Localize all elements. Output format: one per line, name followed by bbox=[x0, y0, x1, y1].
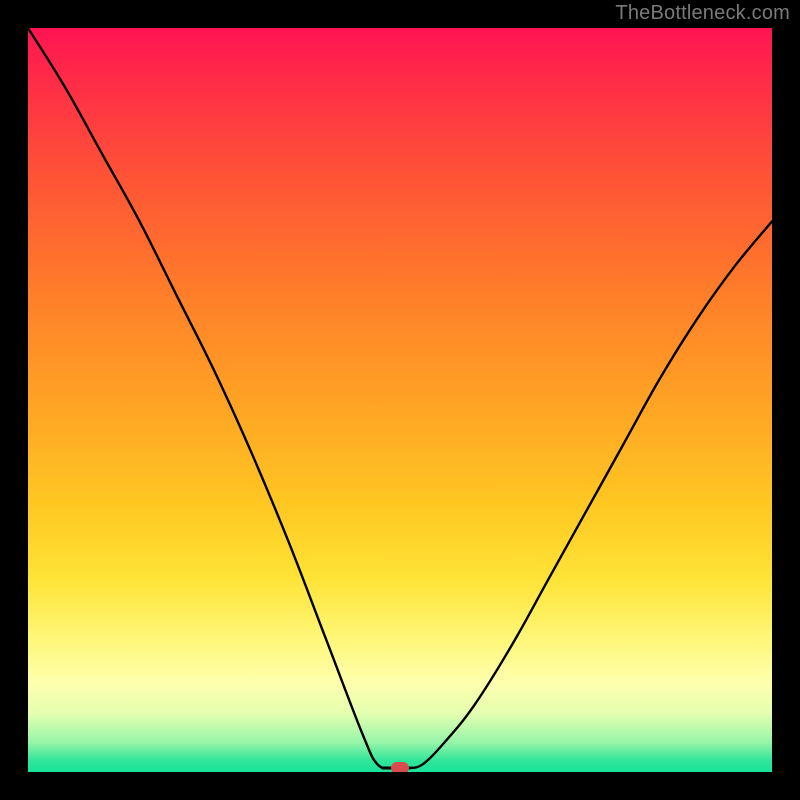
plot-area bbox=[28, 28, 772, 772]
optimal-point-marker bbox=[391, 762, 409, 772]
chart-frame: TheBottleneck.com bbox=[0, 0, 800, 800]
watermark-text: TheBottleneck.com bbox=[615, 2, 790, 25]
bottleneck-curve bbox=[28, 28, 772, 772]
